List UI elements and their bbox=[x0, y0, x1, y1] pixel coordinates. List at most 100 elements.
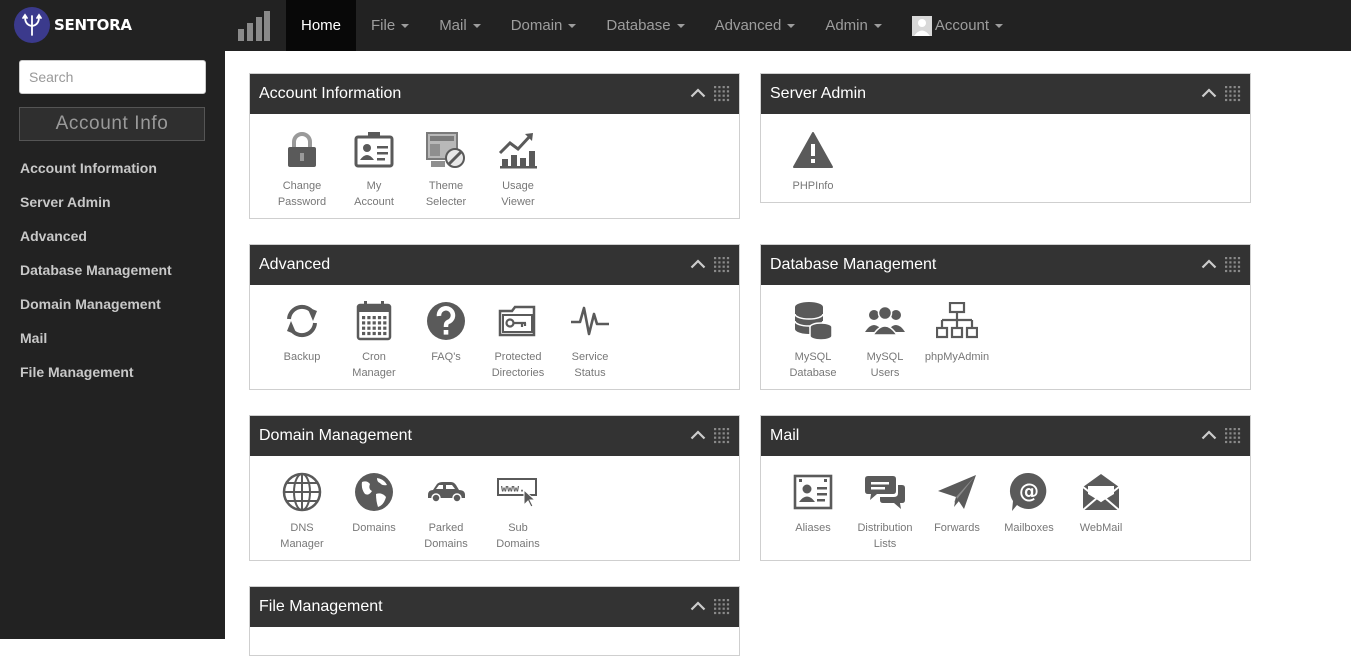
nav-advanced[interactable]: Advanced bbox=[700, 0, 811, 51]
drag-handle-icon[interactable] bbox=[713, 598, 730, 615]
module-my-account[interactable]: My Account bbox=[339, 128, 409, 210]
module-cron-manager[interactable]: Cron Manager bbox=[339, 299, 409, 381]
module-label: DNS Manager bbox=[280, 522, 324, 550]
nav-account-label: Account bbox=[934, 17, 990, 34]
module-sub-domains[interactable]: www. Sub Domains bbox=[483, 470, 553, 552]
panel-title: Account Information bbox=[259, 85, 402, 102]
search-input[interactable] bbox=[19, 60, 206, 94]
panel-header: Server Admin bbox=[761, 74, 1250, 114]
drag-handle-icon[interactable] bbox=[713, 256, 730, 273]
nav-database[interactable]: Database bbox=[591, 0, 699, 51]
module-label: MySQL Database bbox=[789, 351, 837, 379]
nav-admin[interactable]: Admin bbox=[810, 0, 897, 51]
avatar bbox=[911, 15, 932, 36]
protected-folder-icon bbox=[496, 299, 540, 343]
panel-title: Domain Management bbox=[259, 427, 412, 444]
module-distribution-lists[interactable]: Distribution Lists bbox=[850, 470, 920, 552]
nav-advanced-label: Advanced bbox=[714, 17, 782, 34]
sidebar-item-account-information[interactable]: Account Information bbox=[20, 158, 172, 192]
nav-account[interactable]: Account bbox=[897, 0, 1018, 51]
drag-handle-icon[interactable] bbox=[713, 427, 730, 444]
nav-domain-label: Domain bbox=[510, 17, 563, 34]
module-label: Sub Domains bbox=[496, 522, 540, 550]
module-label: WebMail bbox=[1079, 522, 1123, 534]
sidebar: Account Info Account Information Server … bbox=[0, 51, 225, 639]
caret-down-icon bbox=[568, 23, 577, 28]
module-label: phpMyAdmin bbox=[924, 351, 990, 363]
module-label: Usage Viewer bbox=[501, 180, 535, 208]
car-icon bbox=[424, 470, 468, 514]
module-parked-domains[interactable]: Parked Domains bbox=[411, 470, 481, 552]
module-label: Parked Domains bbox=[424, 522, 468, 550]
chevron-up-icon[interactable] bbox=[1201, 427, 1217, 443]
module-protected-directories[interactable]: Protected Directories bbox=[483, 299, 553, 381]
chat-bubbles-icon bbox=[863, 470, 907, 514]
id-card-icon bbox=[352, 128, 396, 172]
module-label: Change Password bbox=[277, 180, 327, 208]
sidebar-item-server-admin[interactable]: Server Admin bbox=[20, 192, 172, 226]
drag-handle-icon[interactable] bbox=[713, 85, 730, 102]
bar-chart-icon[interactable] bbox=[238, 11, 270, 46]
open-envelope-icon bbox=[1079, 470, 1123, 514]
module-mysql-users[interactable]: MySQL Users bbox=[850, 299, 920, 381]
module-mailboxes[interactable]: @ Mailboxes bbox=[994, 470, 1064, 552]
globe-grid-icon bbox=[280, 470, 324, 514]
nav-mail[interactable]: Mail bbox=[424, 0, 496, 51]
sidebar-item-advanced[interactable]: Advanced bbox=[20, 226, 172, 260]
nav-admin-label: Admin bbox=[825, 17, 868, 34]
module-phpmyadmin[interactable]: phpMyAdmin bbox=[922, 299, 992, 381]
module-change-password[interactable]: Change Password bbox=[267, 128, 337, 210]
module-label: Protected Directories bbox=[491, 351, 545, 379]
sidebar-item-database-management[interactable]: Database Management bbox=[20, 260, 172, 294]
drag-handle-icon[interactable] bbox=[1224, 256, 1241, 273]
module-forwards[interactable]: Forwards bbox=[922, 470, 992, 552]
caret-down-icon bbox=[873, 23, 882, 28]
module-label: Backup bbox=[283, 351, 321, 363]
module-dns-manager[interactable]: DNS Manager bbox=[267, 470, 337, 552]
chevron-up-icon[interactable] bbox=[1201, 85, 1217, 101]
panel-title: Database Management bbox=[770, 256, 937, 273]
nav-home[interactable]: Home bbox=[286, 0, 357, 51]
calendar-icon bbox=[352, 299, 396, 343]
globe-icon bbox=[352, 470, 396, 514]
sidebar-item-domain-management[interactable]: Domain Management bbox=[20, 294, 172, 328]
module-phpinfo[interactable]: PHPInfo bbox=[778, 128, 848, 194]
module-webmail[interactable]: WebMail bbox=[1066, 470, 1136, 552]
module-usage-viewer[interactable]: Usage Viewer bbox=[483, 128, 553, 210]
module-domains[interactable]: Domains bbox=[339, 470, 409, 552]
chevron-up-icon[interactable] bbox=[690, 85, 706, 101]
chevron-up-icon[interactable] bbox=[690, 256, 706, 272]
module-theme-selecter[interactable]: Theme Selecter bbox=[411, 128, 481, 210]
sidebar-item-mail[interactable]: Mail bbox=[20, 328, 172, 362]
chevron-up-icon[interactable] bbox=[690, 427, 706, 443]
question-icon bbox=[424, 299, 468, 343]
caret-down-icon bbox=[995, 23, 1004, 28]
www-cursor-icon: www. bbox=[496, 470, 540, 514]
module-service-status[interactable]: Service Status bbox=[555, 299, 625, 381]
module-label: Cron Manager bbox=[352, 351, 396, 379]
panel-modules: Aliases Distribution Lists Forwards @ Ma… bbox=[761, 456, 1250, 552]
panel-modules: Backup Cron Manager FAQ's Protected Dire… bbox=[250, 285, 739, 381]
panel-title: Advanced bbox=[259, 256, 331, 273]
svg-text:@: @ bbox=[1019, 479, 1039, 503]
module-label: MySQL Users bbox=[866, 351, 904, 379]
chevron-up-icon[interactable] bbox=[1201, 256, 1217, 272]
sidebar-item-file-management[interactable]: File Management bbox=[20, 362, 172, 396]
panel-header: File Management bbox=[250, 587, 739, 627]
panel-file-management: File Management bbox=[249, 586, 740, 656]
nav-domain[interactable]: Domain bbox=[496, 0, 592, 51]
module-mysql-database[interactable]: MySQL Database bbox=[778, 299, 848, 381]
nav-file[interactable]: File bbox=[356, 0, 424, 51]
module-label: PHPInfo bbox=[792, 180, 834, 192]
module-aliases[interactable]: Aliases bbox=[778, 470, 848, 552]
module-faqs[interactable]: FAQ's bbox=[411, 299, 481, 381]
module-label: Domains bbox=[352, 522, 396, 534]
database-icon bbox=[791, 299, 835, 343]
drag-handle-icon[interactable] bbox=[1224, 85, 1241, 102]
drag-handle-icon[interactable] bbox=[1224, 427, 1241, 444]
chevron-up-icon[interactable] bbox=[690, 598, 706, 614]
module-backup[interactable]: Backup bbox=[267, 299, 337, 381]
sidebar-links: Account Information Server Admin Advance… bbox=[20, 158, 172, 396]
sentora-logo[interactable]: SENTORA bbox=[14, 7, 132, 43]
panel-title: File Management bbox=[259, 598, 383, 615]
